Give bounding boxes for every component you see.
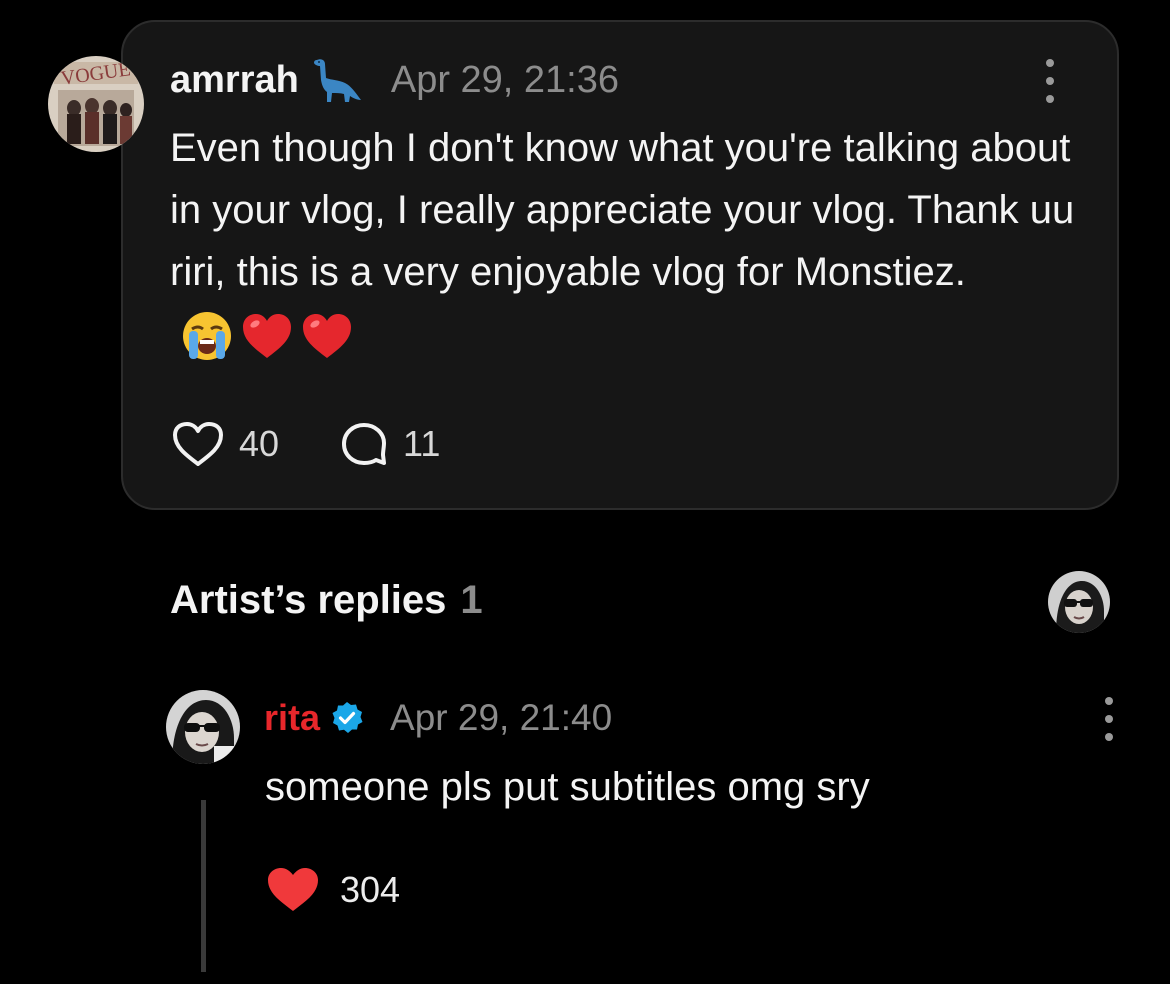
speech-bubble-icon: [342, 423, 387, 465]
magazine-cover-avatar-image: VOGUE: [48, 56, 144, 152]
heart-filled-icon: [268, 868, 318, 911]
artist-replies-header: Artist’s replies 1: [170, 578, 483, 623]
reply-timestamp: Apr 29, 21:40: [390, 697, 613, 738]
reply-count: 11: [403, 423, 441, 464]
heart-outline-icon: [173, 422, 223, 466]
red-heart-icon: [303, 314, 351, 359]
dinosaur-icon: [311, 56, 363, 104]
thread-connector-line: [201, 800, 206, 972]
reply-like-count: 304: [340, 869, 401, 910]
artist-avatar-small[interactable]: [1048, 571, 1110, 633]
artist-profile-image: [1048, 571, 1110, 633]
artist-reply-avatar[interactable]: [166, 690, 240, 764]
loudly-crying-face-icon: [183, 312, 231, 361]
reply-header: rita Apr 29, 21:40: [264, 695, 612, 741]
like-count: 40: [239, 423, 280, 464]
reply-text: someone pls put subtitles omg sry: [265, 765, 870, 809]
verified-badge-icon: [330, 701, 364, 735]
comment-text: Even though I don't know what you're tal…: [170, 126, 1075, 294]
artist-replies-title: Artist’s replies: [170, 578, 447, 622]
comment-more-options-icon[interactable]: [1040, 59, 1060, 103]
artist-replies-count: 1: [460, 578, 483, 622]
artist-name[interactable]: rita: [264, 697, 320, 739]
reply-actions: 304: [266, 866, 400, 914]
comment-text-block: Even though I don't know what you're tal…: [170, 117, 1090, 365]
reply-more-options-icon[interactable]: [1099, 697, 1119, 741]
comment-timestamp: Apr 29, 21:36: [390, 58, 620, 101]
commenter-avatar[interactable]: VOGUE: [48, 56, 144, 152]
like-button[interactable]: 40: [171, 420, 279, 468]
comment-emojis: [180, 309, 360, 363]
artist-profile-image: [166, 690, 240, 764]
red-heart-icon: [243, 314, 291, 359]
comment-thread-screen: VOGUE amrrah Apr 29, 21:36 Even though I…: [0, 0, 1170, 984]
reply-button[interactable]: 11: [339, 420, 440, 468]
reply-like-button[interactable]: 304: [266, 866, 400, 914]
comment-header: amrrah Apr 29, 21:36: [170, 55, 619, 105]
commenter-name[interactable]: amrrah: [170, 59, 299, 102]
comment-actions: 40 11: [171, 420, 440, 468]
